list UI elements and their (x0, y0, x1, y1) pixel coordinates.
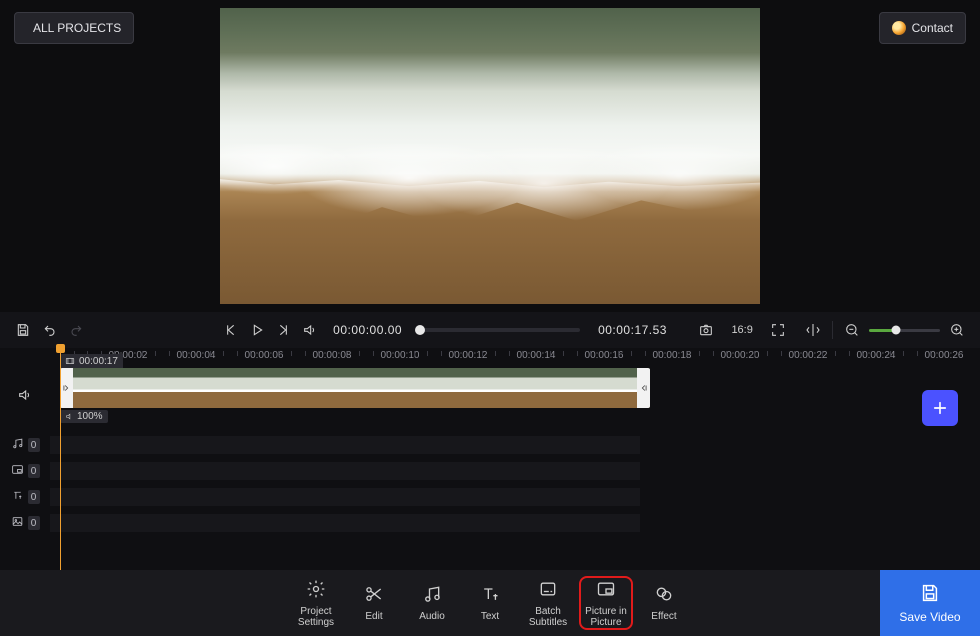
save-video-label: Save Video (899, 610, 960, 624)
add-media-button[interactable] (922, 390, 958, 426)
text-label: Text (481, 611, 499, 622)
save-project-icon[interactable] (14, 319, 32, 341)
text-count: 0 (28, 490, 40, 504)
zoom-thumb[interactable] (891, 326, 900, 335)
zoom-out-icon[interactable] (843, 319, 861, 341)
contact-label: Contact (912, 21, 953, 35)
playhead[interactable] (60, 348, 61, 570)
clip-duration: 00:00:17 (79, 356, 118, 367)
redo-icon (67, 319, 85, 341)
track-volume-icon[interactable] (14, 384, 36, 406)
fullscreen-icon[interactable] (769, 319, 787, 341)
text-tool[interactable]: Text (463, 576, 517, 630)
effect-icon (654, 584, 674, 607)
clip-handle-right[interactable] (637, 368, 650, 408)
clip-volume-tag[interactable]: 100% (60, 410, 108, 423)
current-time: 00:00:00.00 (333, 323, 402, 337)
all-projects-button[interactable]: ALL PROJECTS (14, 12, 134, 44)
project-settings-tool[interactable]: Project Settings (289, 576, 343, 630)
aspect-ratio[interactable]: 16:9 (723, 322, 760, 338)
effect-tool[interactable]: Effect (637, 576, 691, 630)
picture-in-picture-label: Picture in Picture (585, 606, 627, 628)
seek-bar[interactable] (420, 328, 580, 332)
skip-start-icon[interactable] (221, 319, 239, 341)
subtitles-icon (538, 579, 558, 602)
all-projects-label: ALL PROJECTS (33, 21, 121, 35)
pip-count: 0 (28, 464, 40, 478)
gear-icon (306, 579, 326, 602)
batch-subtitles-label: Batch Subtitles (529, 606, 567, 628)
preview-canvas[interactable] (220, 8, 760, 304)
batch-subtitles-tool[interactable]: Batch Subtitles (521, 576, 575, 630)
music-count: 0 (28, 438, 40, 452)
scissors-icon (364, 584, 384, 607)
split-icon[interactable] (803, 319, 821, 341)
effect-label: Effect (651, 611, 676, 622)
text-icon (480, 584, 500, 607)
image-count: 0 (28, 516, 40, 530)
seek-thumb[interactable] (415, 325, 425, 335)
edit-tool[interactable]: Edit (347, 576, 401, 630)
total-time: 00:00:17.53 (598, 323, 667, 337)
clip-handle-left[interactable] (60, 368, 73, 408)
snapshot-icon[interactable] (697, 319, 715, 341)
clip-volume-value: 100% (77, 411, 103, 422)
audio-tool[interactable]: Audio (405, 576, 459, 630)
clip-header: 00:00:17 (60, 354, 123, 368)
picture-in-picture-tool[interactable]: Picture in Picture (579, 576, 633, 630)
image-track-icon (11, 515, 24, 531)
edit-label: Edit (365, 611, 382, 622)
pip-track[interactable]: 0 (0, 458, 980, 484)
timeline-ruler[interactable]: 00:00:0200:00:0400:00:0600:00:0800:00:10… (0, 348, 980, 368)
project-settings-label: Project Settings (298, 606, 334, 628)
zoom-in-icon[interactable] (948, 319, 966, 341)
audio-label: Audio (419, 611, 445, 622)
text-track[interactable]: 0 (0, 484, 980, 510)
contact-button[interactable]: Contact (879, 12, 966, 44)
video-clip[interactable] (60, 368, 650, 408)
avatar-icon (892, 21, 906, 35)
play-icon[interactable] (248, 319, 266, 341)
undo-icon[interactable] (40, 319, 58, 341)
music-icon (11, 437, 24, 453)
pip-icon (596, 579, 616, 602)
image-track[interactable]: 0 (0, 510, 980, 536)
text-track-icon (11, 489, 24, 505)
volume-icon[interactable] (301, 319, 319, 341)
save-video-button[interactable]: Save Video (880, 570, 980, 636)
pip-track-icon (11, 463, 24, 479)
skip-end-icon[interactable] (274, 319, 292, 341)
music-track[interactable]: 0 (0, 432, 980, 458)
music-icon (422, 584, 442, 607)
zoom-slider[interactable] (869, 329, 939, 332)
